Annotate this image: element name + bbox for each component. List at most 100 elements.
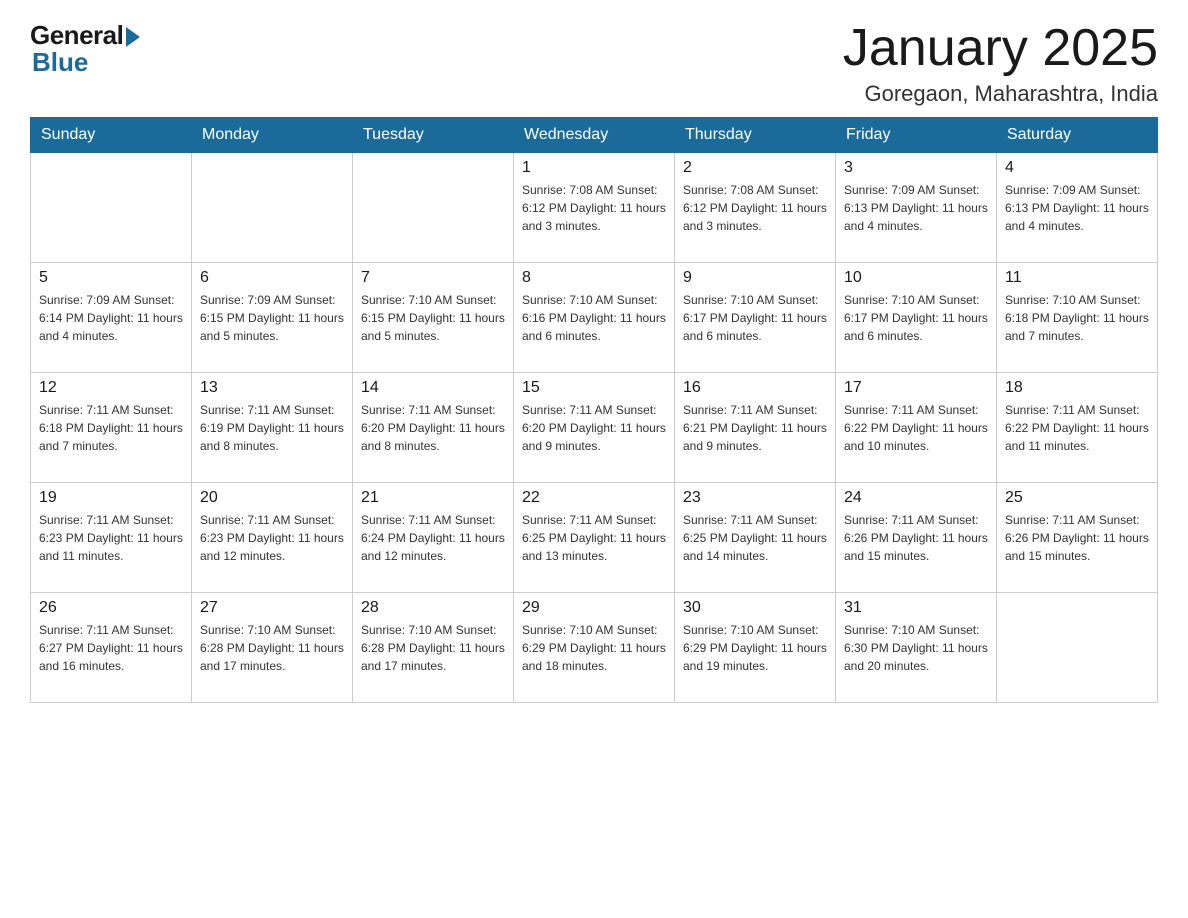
calendar-cell: 19 Sunrise: 7:11 AM Sunset: 6:23 PM Dayli… — [31, 483, 192, 593]
calendar-cell — [997, 593, 1158, 703]
week-row-5: 26 Sunrise: 7:11 AM Sunset: 6:27 PM Dayli… — [31, 593, 1158, 703]
day-number: 15 — [522, 379, 666, 397]
day-info: Sunrise: 7:10 AM Sunset: 6:28 PM Dayligh… — [361, 621, 505, 675]
day-number: 26 — [39, 599, 183, 617]
day-info: Sunrise: 7:11 AM Sunset: 6:22 PM Dayligh… — [844, 401, 988, 455]
calendar-cell: 3 Sunrise: 7:09 AM Sunset: 6:13 PM Daylig… — [836, 153, 997, 263]
day-info: Sunrise: 7:11 AM Sunset: 6:21 PM Dayligh… — [683, 401, 827, 455]
day-number: 2 — [683, 159, 827, 177]
day-info: Sunrise: 7:10 AM Sunset: 6:29 PM Dayligh… — [683, 621, 827, 675]
day-number: 22 — [522, 489, 666, 507]
day-info: Sunrise: 7:10 AM Sunset: 6:18 PM Dayligh… — [1005, 291, 1149, 345]
calendar-cell: 6 Sunrise: 7:09 AM Sunset: 6:15 PM Daylig… — [192, 263, 353, 373]
calendar-cell: 14Sunrise: 7:11 AM Sunset: 6:20 PM Dayli… — [353, 373, 514, 483]
day-info: Sunrise: 7:09 AM Sunset: 6:15 PM Dayligh… — [200, 291, 344, 345]
calendar-cell: 4 Sunrise: 7:09 AM Sunset: 6:13 PM Daylig… — [997, 153, 1158, 263]
day-info: Sunrise: 7:10 AM Sunset: 6:28 PM Dayligh… — [200, 621, 344, 675]
day-number: 6 — [200, 269, 344, 287]
day-info: Sunrise: 7:10 AM Sunset: 6:16 PM Dayligh… — [522, 291, 666, 345]
day-number: 3 — [844, 159, 988, 177]
calendar-cell: 18 Sunrise: 7:11 AM Sunset: 6:22 PM Dayli… — [997, 373, 1158, 483]
calendar-table: SundayMondayTuesdayWednesdayThursdayFrid… — [30, 117, 1158, 703]
calendar-cell: 5Sunrise: 7:09 AM Sunset: 6:14 PM Daylig… — [31, 263, 192, 373]
calendar-cell: 11 Sunrise: 7:10 AM Sunset: 6:18 PM Dayli… — [997, 263, 1158, 373]
logo-arrow-icon — [126, 27, 140, 47]
day-info: Sunrise: 7:11 AM Sunset: 6:26 PM Dayligh… — [1005, 511, 1149, 565]
calendar-cell: 17 Sunrise: 7:11 AM Sunset: 6:22 PM Dayli… — [836, 373, 997, 483]
day-info: Sunrise: 7:11 AM Sunset: 6:18 PM Dayligh… — [39, 401, 183, 455]
day-info: Sunrise: 7:10 AM Sunset: 6:15 PM Dayligh… — [361, 291, 505, 345]
day-number: 21 — [361, 489, 505, 507]
day-info: Sunrise: 7:10 AM Sunset: 6:29 PM Dayligh… — [522, 621, 666, 675]
calendar-cell — [353, 153, 514, 263]
day-number: 9 — [683, 269, 827, 287]
calendar-cell: 29Sunrise: 7:10 AM Sunset: 6:29 PM Dayli… — [514, 593, 675, 703]
day-info: Sunrise: 7:10 AM Sunset: 6:17 PM Dayligh… — [844, 291, 988, 345]
week-row-2: 5Sunrise: 7:09 AM Sunset: 6:14 PM Daylig… — [31, 263, 1158, 373]
location: Goregaon, Maharashtra, India — [843, 81, 1158, 107]
calendar-cell: 22 Sunrise: 7:11 AM Sunset: 6:25 PM Dayli… — [514, 483, 675, 593]
calendar-cell: 1 Sunrise: 7:08 AM Sunset: 6:12 PM Daylig… — [514, 153, 675, 263]
calendar-cell — [192, 153, 353, 263]
day-number: 10 — [844, 269, 988, 287]
weekday-header-wednesday: Wednesday — [514, 118, 675, 153]
calendar-cell: 27Sunrise: 7:10 AM Sunset: 6:28 PM Dayli… — [192, 593, 353, 703]
day-number: 13 — [200, 379, 344, 397]
day-info: Sunrise: 7:08 AM Sunset: 6:12 PM Dayligh… — [683, 181, 827, 235]
day-info: Sunrise: 7:09 AM Sunset: 6:13 PM Dayligh… — [844, 181, 988, 235]
calendar-cell: 8 Sunrise: 7:10 AM Sunset: 6:16 PM Daylig… — [514, 263, 675, 373]
day-number: 19 — [39, 489, 183, 507]
day-number: 17 — [844, 379, 988, 397]
day-number: 11 — [1005, 269, 1149, 287]
day-info: Sunrise: 7:11 AM Sunset: 6:25 PM Dayligh… — [522, 511, 666, 565]
day-number: 30 — [683, 599, 827, 617]
day-info: Sunrise: 7:11 AM Sunset: 6:23 PM Dayligh… — [200, 511, 344, 565]
day-number: 5 — [39, 269, 183, 287]
day-info: Sunrise: 7:08 AM Sunset: 6:12 PM Dayligh… — [522, 181, 666, 235]
week-row-1: 1 Sunrise: 7:08 AM Sunset: 6:12 PM Daylig… — [31, 153, 1158, 263]
calendar-cell: 26 Sunrise: 7:11 AM Sunset: 6:27 PM Dayli… — [31, 593, 192, 703]
day-number: 1 — [522, 159, 666, 177]
calendar-cell: 15 Sunrise: 7:11 AM Sunset: 6:20 PM Dayli… — [514, 373, 675, 483]
calendar-cell: 23 Sunrise: 7:11 AM Sunset: 6:25 PM Dayli… — [675, 483, 836, 593]
calendar-cell: 13 Sunrise: 7:11 AM Sunset: 6:19 PM Dayli… — [192, 373, 353, 483]
calendar-cell: 2 Sunrise: 7:08 AM Sunset: 6:12 PM Daylig… — [675, 153, 836, 263]
logo: General Blue — [30, 20, 140, 78]
title-block: January 2025 Goregaon, Maharashtra, Indi… — [843, 20, 1158, 107]
day-info: Sunrise: 7:11 AM Sunset: 6:25 PM Dayligh… — [683, 511, 827, 565]
day-number: 7 — [361, 269, 505, 287]
page-header: General Blue January 2025 Goregaon, Maha… — [30, 20, 1158, 107]
calendar-cell: 25 Sunrise: 7:11 AM Sunset: 6:26 PM Dayli… — [997, 483, 1158, 593]
day-info: Sunrise: 7:11 AM Sunset: 6:20 PM Dayligh… — [522, 401, 666, 455]
calendar-cell: 10 Sunrise: 7:10 AM Sunset: 6:17 PM Dayli… — [836, 263, 997, 373]
calendar-cell: 24 Sunrise: 7:11 AM Sunset: 6:26 PM Dayli… — [836, 483, 997, 593]
day-number: 25 — [1005, 489, 1149, 507]
month-title: January 2025 — [843, 20, 1158, 77]
weekday-header-saturday: Saturday — [997, 118, 1158, 153]
day-number: 16 — [683, 379, 827, 397]
day-number: 31 — [844, 599, 988, 617]
day-info: Sunrise: 7:11 AM Sunset: 6:22 PM Dayligh… — [1005, 401, 1149, 455]
calendar-cell: 31Sunrise: 7:10 AM Sunset: 6:30 PM Dayli… — [836, 593, 997, 703]
calendar-cell: 30 Sunrise: 7:10 AM Sunset: 6:29 PM Dayli… — [675, 593, 836, 703]
day-info: Sunrise: 7:11 AM Sunset: 6:24 PM Dayligh… — [361, 511, 505, 565]
day-info: Sunrise: 7:11 AM Sunset: 6:19 PM Dayligh… — [200, 401, 344, 455]
day-info: Sunrise: 7:11 AM Sunset: 6:27 PM Dayligh… — [39, 621, 183, 675]
day-number: 4 — [1005, 159, 1149, 177]
day-number: 12 — [39, 379, 183, 397]
calendar-cell: 12 Sunrise: 7:11 AM Sunset: 6:18 PM Dayli… — [31, 373, 192, 483]
day-info: Sunrise: 7:11 AM Sunset: 6:20 PM Dayligh… — [361, 401, 505, 455]
day-info: Sunrise: 7:11 AM Sunset: 6:23 PM Dayligh… — [39, 511, 183, 565]
day-number: 23 — [683, 489, 827, 507]
weekday-header-monday: Monday — [192, 118, 353, 153]
day-info: Sunrise: 7:11 AM Sunset: 6:26 PM Dayligh… — [844, 511, 988, 565]
day-info: Sunrise: 7:09 AM Sunset: 6:13 PM Dayligh… — [1005, 181, 1149, 235]
weekday-header-row: SundayMondayTuesdayWednesdayThursdayFrid… — [31, 118, 1158, 153]
calendar-cell: 28Sunrise: 7:10 AM Sunset: 6:28 PM Dayli… — [353, 593, 514, 703]
calendar-cell: 9Sunrise: 7:10 AM Sunset: 6:17 PM Daylig… — [675, 263, 836, 373]
day-number: 24 — [844, 489, 988, 507]
day-number: 18 — [1005, 379, 1149, 397]
day-number: 8 — [522, 269, 666, 287]
calendar-cell: 7 Sunrise: 7:10 AM Sunset: 6:15 PM Daylig… — [353, 263, 514, 373]
calendar-cell — [31, 153, 192, 263]
